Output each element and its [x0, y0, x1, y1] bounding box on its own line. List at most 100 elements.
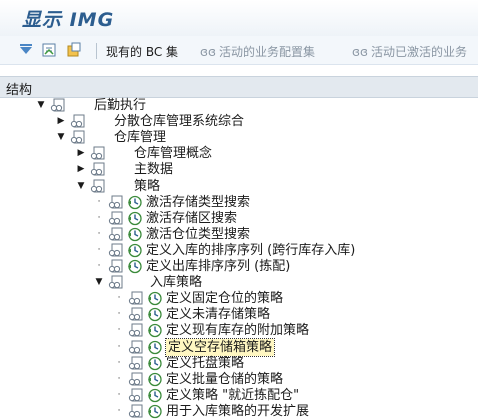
tree-node-label[interactable]: 仓库管理概念	[134, 145, 212, 162]
tree-node[interactable]: · 用于入库策略的开发扩展	[0, 403, 478, 420]
img-documentation-icon[interactable]	[128, 404, 144, 419]
execute-clock-icon[interactable]	[147, 388, 163, 403]
img-documentation-icon[interactable]	[128, 323, 144, 338]
tree-node[interactable]: ▼ 策略	[0, 178, 478, 195]
release-notes-icon[interactable]	[66, 42, 82, 58]
execute-clock-icon[interactable]	[147, 404, 163, 419]
img-documentation-icon[interactable]	[108, 211, 124, 226]
leaf-bullet-icon: ·	[97, 212, 101, 223]
tree-node-label[interactable]: 用于入库策略的开发扩展	[166, 403, 309, 420]
execute-clock-icon[interactable]	[147, 323, 163, 338]
tree-node-label[interactable]: 后勤执行	[94, 97, 146, 114]
tree-node-label[interactable]: 定义托盘策略	[166, 355, 244, 372]
leaf-bullet-icon: ·	[117, 325, 121, 336]
img-documentation-icon[interactable]	[128, 340, 144, 355]
img-documentation-icon[interactable]	[90, 162, 106, 177]
execute-clock-icon[interactable]	[127, 243, 143, 258]
img-documentation-icon[interactable]	[128, 291, 144, 306]
tree-node[interactable]: · 激活仓位类型搜索	[0, 226, 478, 243]
img-documentation-icon[interactable]	[70, 114, 86, 129]
glasses-icon: ɞɞ	[352, 45, 368, 59]
tree-node-label[interactable]: 主数据	[134, 161, 173, 178]
title-bar: 显示 IMG	[0, 0, 478, 36]
expand-right-icon[interactable]: ▶	[76, 164, 86, 174]
expand-down-icon[interactable]: ▼	[36, 100, 46, 110]
tree-node-label[interactable]: 定义出库排序序列 (拣配)	[146, 258, 290, 275]
execute-clock-icon[interactable]	[147, 340, 163, 355]
img-documentation-icon[interactable]	[108, 259, 124, 274]
tree-node[interactable]: ▼ 仓库管理	[0, 129, 478, 146]
tree-node-label[interactable]: 定义批量仓储的策略	[166, 371, 283, 388]
existing-bc-sets-button[interactable]: 现有的 BC 集	[106, 43, 178, 60]
leaf-bullet-icon: ·	[117, 309, 121, 320]
expand-down-icon[interactable]: ▼	[76, 181, 86, 191]
tree-node[interactable]: · 定义空存储箱策略	[0, 337, 478, 357]
tree-node-label[interactable]: 激活存储类型搜索	[146, 194, 250, 211]
tree-node[interactable]: ▼ 后勤执行	[0, 97, 478, 114]
tree-node-label[interactable]: 定义入库的排序序列 (跨行库存入库)	[146, 242, 355, 259]
leaf-bullet-icon: ·	[117, 357, 121, 368]
tree-node[interactable]: · 激活存储类型搜索	[0, 194, 478, 211]
img-documentation-icon[interactable]	[128, 307, 144, 322]
execute-clock-icon[interactable]	[147, 356, 163, 371]
tree-node[interactable]: · 定义现有库存的附加策略	[0, 322, 478, 339]
leaf-bullet-icon: ·	[117, 341, 121, 352]
glasses-icon: ɞɞ	[200, 45, 216, 59]
documentation-icon[interactable]	[41, 42, 57, 58]
expand-right-icon[interactable]: ▶	[56, 116, 66, 126]
tree-node[interactable]: · 定义策略 "就近拣配仓"	[0, 387, 478, 404]
tree-node[interactable]: · 定义托盘策略	[0, 355, 478, 372]
img-documentation-icon[interactable]	[128, 356, 144, 371]
tree-node-label[interactable]: 定义策略 "就近拣配仓"	[166, 387, 299, 404]
execute-clock-icon[interactable]	[127, 211, 143, 226]
tree-node-label[interactable]: 入库策略	[150, 274, 202, 291]
tree-node[interactable]: · 定义出库排序序列 (拣配)	[0, 258, 478, 275]
execute-clock-icon[interactable]	[147, 291, 163, 306]
tree-node[interactable]: · 定义入库的排序序列 (跨行库存入库)	[0, 242, 478, 259]
expand-down-icon[interactable]: ▼	[56, 132, 66, 142]
img-documentation-icon[interactable]	[128, 372, 144, 387]
img-documentation-icon[interactable]	[108, 195, 124, 210]
leaf-bullet-icon: ·	[117, 389, 121, 400]
expand-right-icon[interactable]: ▶	[76, 148, 86, 158]
img-documentation-icon[interactable]	[90, 146, 106, 161]
execute-clock-icon[interactable]	[147, 372, 163, 387]
leaf-bullet-icon: ·	[97, 196, 101, 207]
execute-clock-icon[interactable]	[147, 307, 163, 322]
tree-node[interactable]: · 定义批量仓储的策略	[0, 371, 478, 388]
tree-node-label[interactable]: 定义固定仓位的策略	[166, 290, 283, 307]
tree-node[interactable]: · 定义固定仓位的策略	[0, 290, 478, 307]
tree-node-label[interactable]: 激活存储区搜索	[146, 210, 237, 227]
tree-node-label[interactable]: 定义未清存储策略	[166, 306, 270, 323]
tree-node-label[interactable]: 定义空存储箱策略	[164, 337, 276, 357]
tree-node[interactable]: · 定义未清存储策略	[0, 306, 478, 323]
leaf-bullet-icon: ·	[117, 293, 121, 304]
tree-node[interactable]: ▶ 仓库管理概念	[0, 145, 478, 162]
tree-node[interactable]: · 激活存储区搜索	[0, 210, 478, 227]
img-documentation-icon[interactable]	[108, 227, 124, 242]
tree-node[interactable]: ▶ 主数据	[0, 161, 478, 178]
img-documentation-icon[interactable]	[128, 388, 144, 403]
expand-down-icon[interactable]: ▼	[94, 277, 104, 287]
execute-clock-icon[interactable]	[127, 259, 143, 274]
img-documentation-icon[interactable]	[108, 243, 124, 258]
img-documentation-icon[interactable]	[50, 98, 66, 113]
tree-node[interactable]: ▼ 入库策略	[0, 274, 478, 291]
leaf-bullet-icon: ·	[117, 405, 121, 416]
tree-node-label[interactable]: 仓库管理	[114, 129, 166, 146]
img-documentation-icon[interactable]	[108, 275, 124, 290]
find-icon[interactable]	[18, 42, 34, 58]
img-documentation-icon[interactable]	[70, 130, 86, 145]
execute-clock-icon[interactable]	[127, 195, 143, 210]
tree-node-label[interactable]: 分散仓库管理系统综合	[114, 113, 244, 130]
execute-clock-icon[interactable]	[127, 227, 143, 242]
tree-node[interactable]: ▶ 分散仓库管理系统综合	[0, 113, 478, 130]
page-title: 显示 IMG	[22, 9, 115, 31]
img-documentation-icon[interactable]	[90, 179, 106, 194]
active-bc-sets-button[interactable]: ɞɞ 活动的业务配置集	[200, 43, 315, 60]
leaf-bullet-icon: ·	[97, 244, 101, 255]
tree-node-label[interactable]: 激活仓位类型搜索	[146, 226, 250, 243]
activated-bc-sets-button[interactable]: ɞɞ 活动已激活的业务	[352, 43, 467, 60]
tree-node-label[interactable]: 定义现有库存的附加策略	[166, 322, 309, 339]
tree-node-label[interactable]: 策略	[134, 178, 160, 195]
